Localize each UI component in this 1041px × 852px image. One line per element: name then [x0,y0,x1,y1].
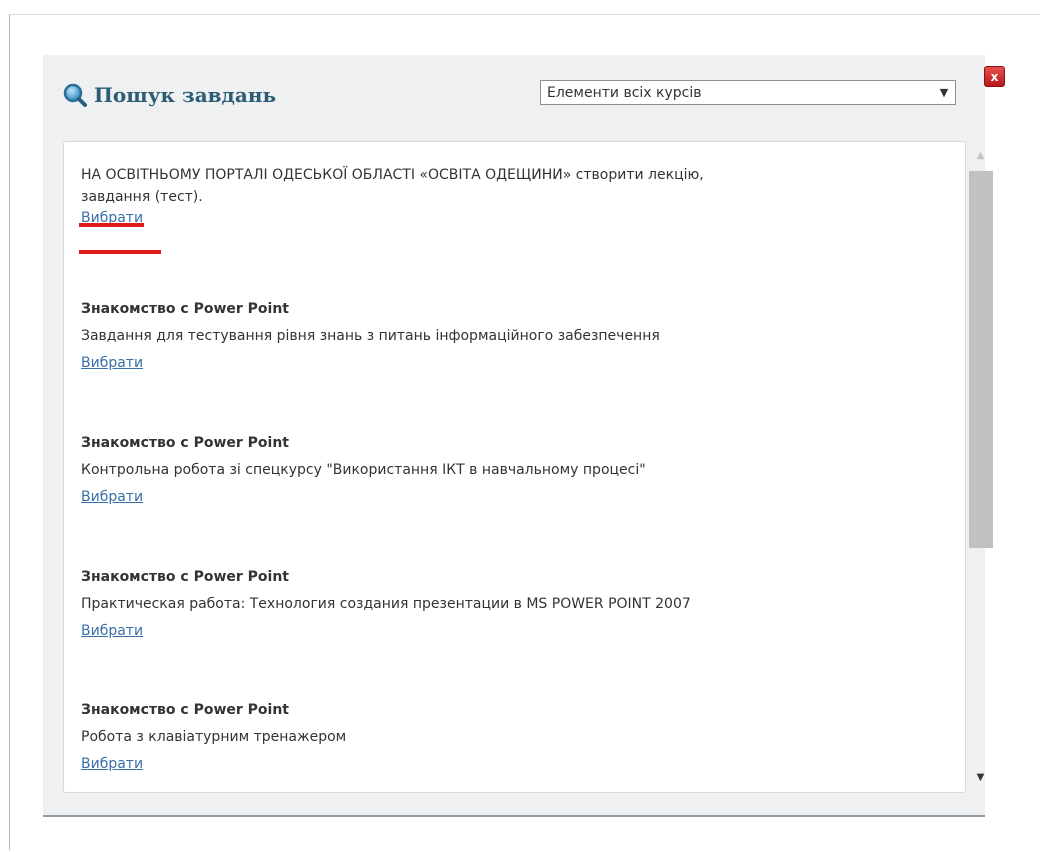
list-item: Знакомство с Power Point Завдання для те… [81,299,941,373]
close-icon: x [990,69,999,84]
scrollbar[interactable]: ▲ ▼ [967,141,994,793]
task-description-line: завдання (тест). [81,189,203,205]
search-icon [62,82,88,108]
scroll-down-arrow-icon[interactable]: ▼ [967,767,994,787]
task-description: Робота з клавіатурним тренажером [81,729,347,745]
list-item: Знакомство с Power Point Робота з клавіа… [81,700,941,774]
close-button[interactable]: x [984,66,1005,87]
list-item: Знакомство с Power Point Контрольна робо… [81,433,941,507]
select-link[interactable]: Вибрати [81,489,143,505]
select-link[interactable]: Вибрати [81,623,143,639]
task-title: Знакомство с Power Point [81,435,289,451]
task-description: Практическая работа: Технология создания… [81,596,691,612]
highlight-underline [79,223,144,227]
dialog-header: Пошук завдань [62,80,276,110]
select-link[interactable]: Вибрати [81,355,143,371]
highlight-underline [79,250,161,254]
task-list[interactable]: НА ОСВІТНЬОМУ ПОРТАЛІ ОДЕСЬКОЇ ОБЛАСТІ «… [63,141,966,793]
list-item: НА ОСВІТНЬОМУ ПОРТАЛІ ОДЕСЬКОЇ ОБЛАСТІ «… [81,164,941,228]
dialog-title: Пошук завдань [94,83,277,107]
course-filter-select[interactable]: Елементи всіх курсів ▼ [540,80,956,105]
task-title: Знакомство с Power Point [81,301,289,317]
list-item: Знакомство с Power Point Практическая ра… [81,567,941,641]
chevron-down-icon: ▼ [939,86,949,99]
task-description: Завдання для тестування рівня знань з пи… [81,328,660,344]
task-description-line: НА ОСВІТНЬОМУ ПОРТАЛІ ОДЕСЬКОЇ ОБЛАСТІ «… [81,167,704,183]
scroll-up-arrow-icon[interactable]: ▲ [967,145,994,165]
select-link[interactable]: Вибрати [81,756,143,772]
task-title: Знакомство с Power Point [81,702,289,718]
scroll-thumb[interactable] [969,171,993,548]
task-description: Контрольна робота зі спецкурсу "Використ… [81,462,646,478]
task-title: Знакомство с Power Point [81,569,289,585]
task-description: НА ОСВІТНЬОМУ ПОРТАЛІ ОДЕСЬКОЇ ОБЛАСТІ «… [81,164,941,208]
course-filter-value: Елементи всіх курсів [547,84,702,101]
